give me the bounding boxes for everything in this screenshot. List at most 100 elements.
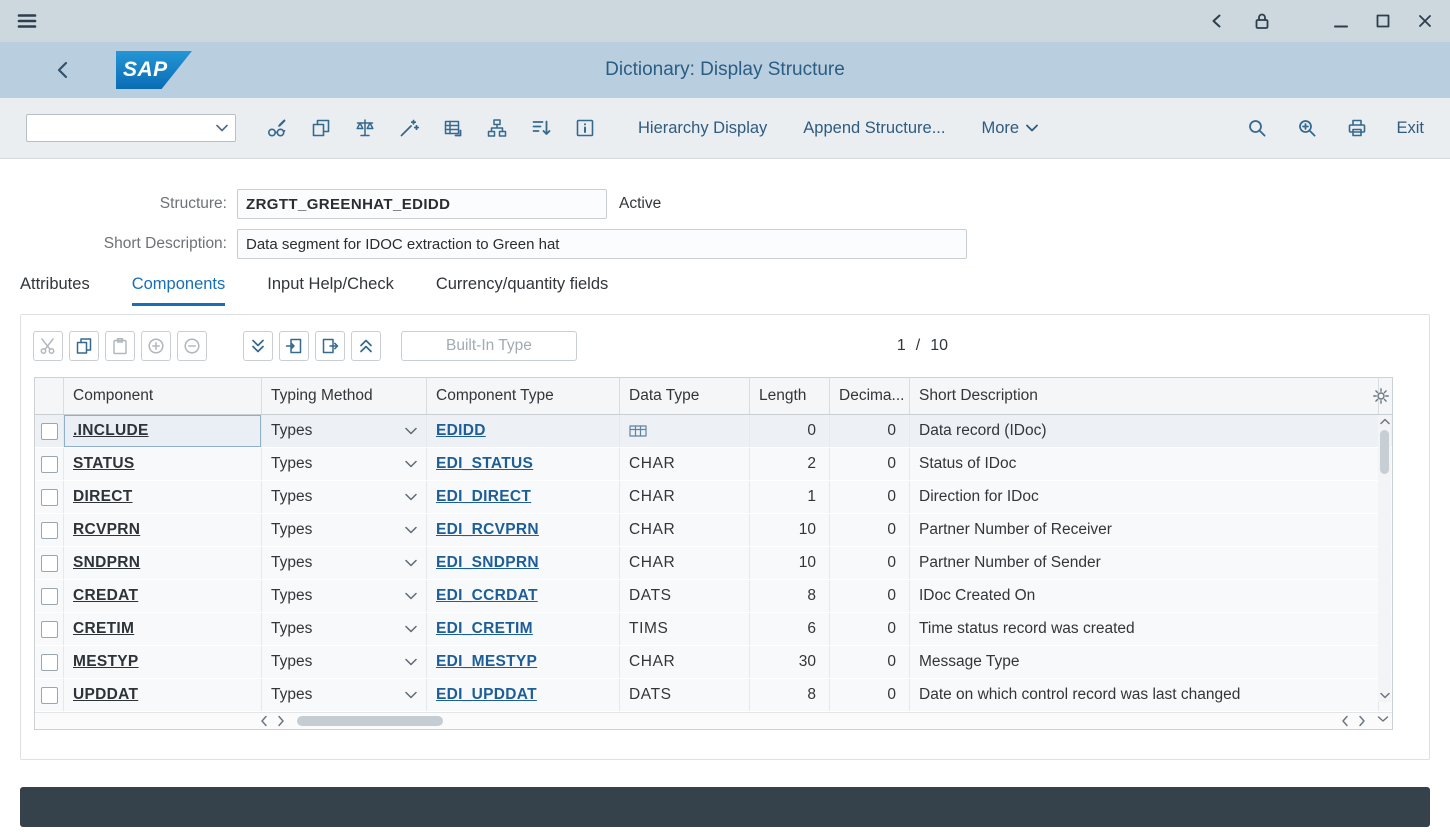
typing-method-dropdown[interactable]: Types bbox=[262, 613, 427, 645]
component-type-link[interactable]: EDI_CCRDAT bbox=[436, 587, 538, 605]
close-icon[interactable] bbox=[1416, 12, 1434, 30]
typing-method-dropdown[interactable]: Types bbox=[262, 679, 427, 711]
cut-icon[interactable] bbox=[33, 331, 63, 361]
tab-currency-quantity-fields[interactable]: Currency/quantity fields bbox=[436, 275, 608, 306]
scroll-up-icon[interactable] bbox=[1380, 418, 1390, 425]
component-link[interactable]: RCVPRN bbox=[73, 521, 140, 539]
component-link[interactable]: CRETIM bbox=[73, 620, 134, 638]
row-select-checkbox[interactable] bbox=[41, 588, 58, 605]
print-icon[interactable] bbox=[1346, 117, 1368, 139]
component-link[interactable]: DIRECT bbox=[73, 488, 133, 506]
back-icon[interactable] bbox=[1208, 12, 1226, 30]
hierarchy-display-button[interactable]: Hierarchy Display bbox=[638, 119, 767, 138]
row-select-checkbox[interactable] bbox=[41, 489, 58, 506]
typing-method-dropdown[interactable]: Types bbox=[262, 415, 427, 447]
short-description-field[interactable] bbox=[237, 229, 967, 259]
vertical-scroll-thumb[interactable] bbox=[1380, 430, 1389, 474]
insert-line-icon[interactable] bbox=[279, 331, 309, 361]
component-link[interactable]: SNDPRN bbox=[73, 554, 140, 572]
component-link[interactable]: STATUS bbox=[73, 455, 135, 473]
row-select-checkbox[interactable] bbox=[41, 522, 58, 539]
component-type-link[interactable]: EDI_UPDDAT bbox=[436, 686, 537, 704]
info-icon[interactable] bbox=[574, 117, 596, 139]
command-field[interactable] bbox=[26, 114, 236, 142]
component-type-link[interactable]: EDI_DIRECT bbox=[436, 488, 531, 506]
scroll-down-icon[interactable] bbox=[1377, 715, 1389, 723]
data-type-column-header[interactable]: Data Type bbox=[620, 378, 750, 414]
settings-gear-icon[interactable] bbox=[1372, 387, 1390, 405]
component-type-link[interactable]: EDIDD bbox=[436, 422, 486, 440]
component-column-header[interactable]: Component bbox=[64, 378, 262, 414]
scroll-down-icon[interactable] bbox=[1380, 692, 1390, 699]
copy-icon[interactable] bbox=[69, 331, 99, 361]
component-link[interactable]: .INCLUDE bbox=[73, 422, 149, 440]
horizontal-scroll-thumb[interactable] bbox=[297, 716, 443, 726]
short-description-column-header[interactable]: Short Description bbox=[910, 378, 1379, 414]
display-change-icon[interactable] bbox=[266, 117, 288, 139]
search-plus-icon[interactable] bbox=[1296, 117, 1318, 139]
exit-button[interactable]: Exit bbox=[1396, 119, 1424, 138]
tab-components[interactable]: Components bbox=[132, 275, 226, 306]
maximize-icon[interactable] bbox=[1374, 12, 1392, 30]
component-type-link[interactable]: EDI_SNDPRN bbox=[436, 554, 539, 572]
row-select-checkbox[interactable] bbox=[41, 555, 58, 572]
scroll-right-icon[interactable] bbox=[1358, 715, 1366, 727]
component-link[interactable]: MESTYP bbox=[73, 653, 139, 671]
component-type-link[interactable]: EDI_CRETIM bbox=[436, 620, 533, 638]
component-type-link[interactable]: EDI_RCVPRN bbox=[436, 521, 539, 539]
sort-descending-icon[interactable] bbox=[530, 117, 552, 139]
row-select-checkbox[interactable] bbox=[41, 456, 58, 473]
menu-icon[interactable] bbox=[16, 10, 38, 32]
paste-icon[interactable] bbox=[105, 331, 135, 361]
lock-icon[interactable] bbox=[1252, 11, 1272, 31]
add-row-icon[interactable] bbox=[141, 331, 171, 361]
tab-attributes[interactable]: Attributes bbox=[20, 275, 90, 306]
command-input[interactable] bbox=[27, 120, 216, 136]
typing-method-column-header[interactable]: Typing Method bbox=[262, 378, 427, 414]
hierarchy-icon[interactable] bbox=[486, 117, 508, 139]
built-in-type-button[interactable]: Built-In Type bbox=[401, 331, 577, 361]
vertical-scrollbar[interactable] bbox=[1378, 415, 1391, 702]
typing-method-dropdown[interactable]: Types bbox=[262, 580, 427, 612]
component-type-link[interactable]: EDI_STATUS bbox=[436, 455, 533, 473]
combobox-chevron-icon[interactable] bbox=[216, 124, 228, 132]
typing-method-dropdown[interactable]: Types bbox=[262, 514, 427, 546]
typing-method-dropdown[interactable]: Types bbox=[262, 547, 427, 579]
scroll-right-icon[interactable] bbox=[277, 715, 285, 727]
minimize-icon[interactable] bbox=[1332, 12, 1350, 30]
search-icon[interactable] bbox=[1246, 117, 1268, 139]
horizontal-scrollbar[interactable] bbox=[35, 712, 1392, 729]
structure-name-field[interactable] bbox=[237, 189, 607, 219]
row-select-checkbox[interactable] bbox=[41, 654, 58, 671]
length-column-header[interactable]: Length bbox=[750, 378, 830, 414]
typing-method-dropdown[interactable]: Types bbox=[262, 481, 427, 513]
tab-input-help-check[interactable]: Input Help/Check bbox=[267, 275, 394, 306]
row-select-checkbox[interactable] bbox=[41, 687, 58, 704]
short-description-cell: Direction for IDoc bbox=[910, 481, 1379, 513]
activate-icon[interactable] bbox=[398, 117, 420, 139]
short-description-label: Short Description: bbox=[0, 235, 227, 253]
remove-row-icon[interactable] bbox=[177, 331, 207, 361]
component-link[interactable]: CREDAT bbox=[73, 587, 138, 605]
collapse-all-icon[interactable] bbox=[351, 331, 381, 361]
delete-line-icon[interactable] bbox=[315, 331, 345, 361]
typing-method-dropdown[interactable]: Types bbox=[262, 646, 427, 678]
append-structure-button[interactable]: Append Structure... bbox=[803, 119, 945, 138]
decimals-column-header[interactable]: Decima... bbox=[830, 378, 910, 414]
component-link[interactable]: UPDDAT bbox=[73, 686, 138, 704]
row-select-checkbox[interactable] bbox=[41, 621, 58, 638]
more-menu-button[interactable]: More bbox=[981, 119, 1038, 138]
component-type-column-header[interactable]: Component Type bbox=[427, 378, 620, 414]
scroll-left-icon[interactable] bbox=[1341, 715, 1349, 727]
row-select-checkbox[interactable] bbox=[41, 423, 58, 440]
dropdown-chevron-icon bbox=[405, 526, 417, 534]
runtime-object-icon[interactable] bbox=[442, 117, 464, 139]
component-type-link[interactable]: EDI_MESTYP bbox=[436, 653, 537, 671]
expand-all-icon[interactable] bbox=[243, 331, 273, 361]
length-cell: 10 bbox=[750, 547, 830, 579]
copy-structure-icon[interactable] bbox=[310, 117, 332, 139]
header-back-icon[interactable] bbox=[52, 59, 74, 81]
scroll-left-icon[interactable] bbox=[260, 715, 268, 727]
compare-icon[interactable] bbox=[354, 117, 376, 139]
typing-method-dropdown[interactable]: Types bbox=[262, 448, 427, 480]
